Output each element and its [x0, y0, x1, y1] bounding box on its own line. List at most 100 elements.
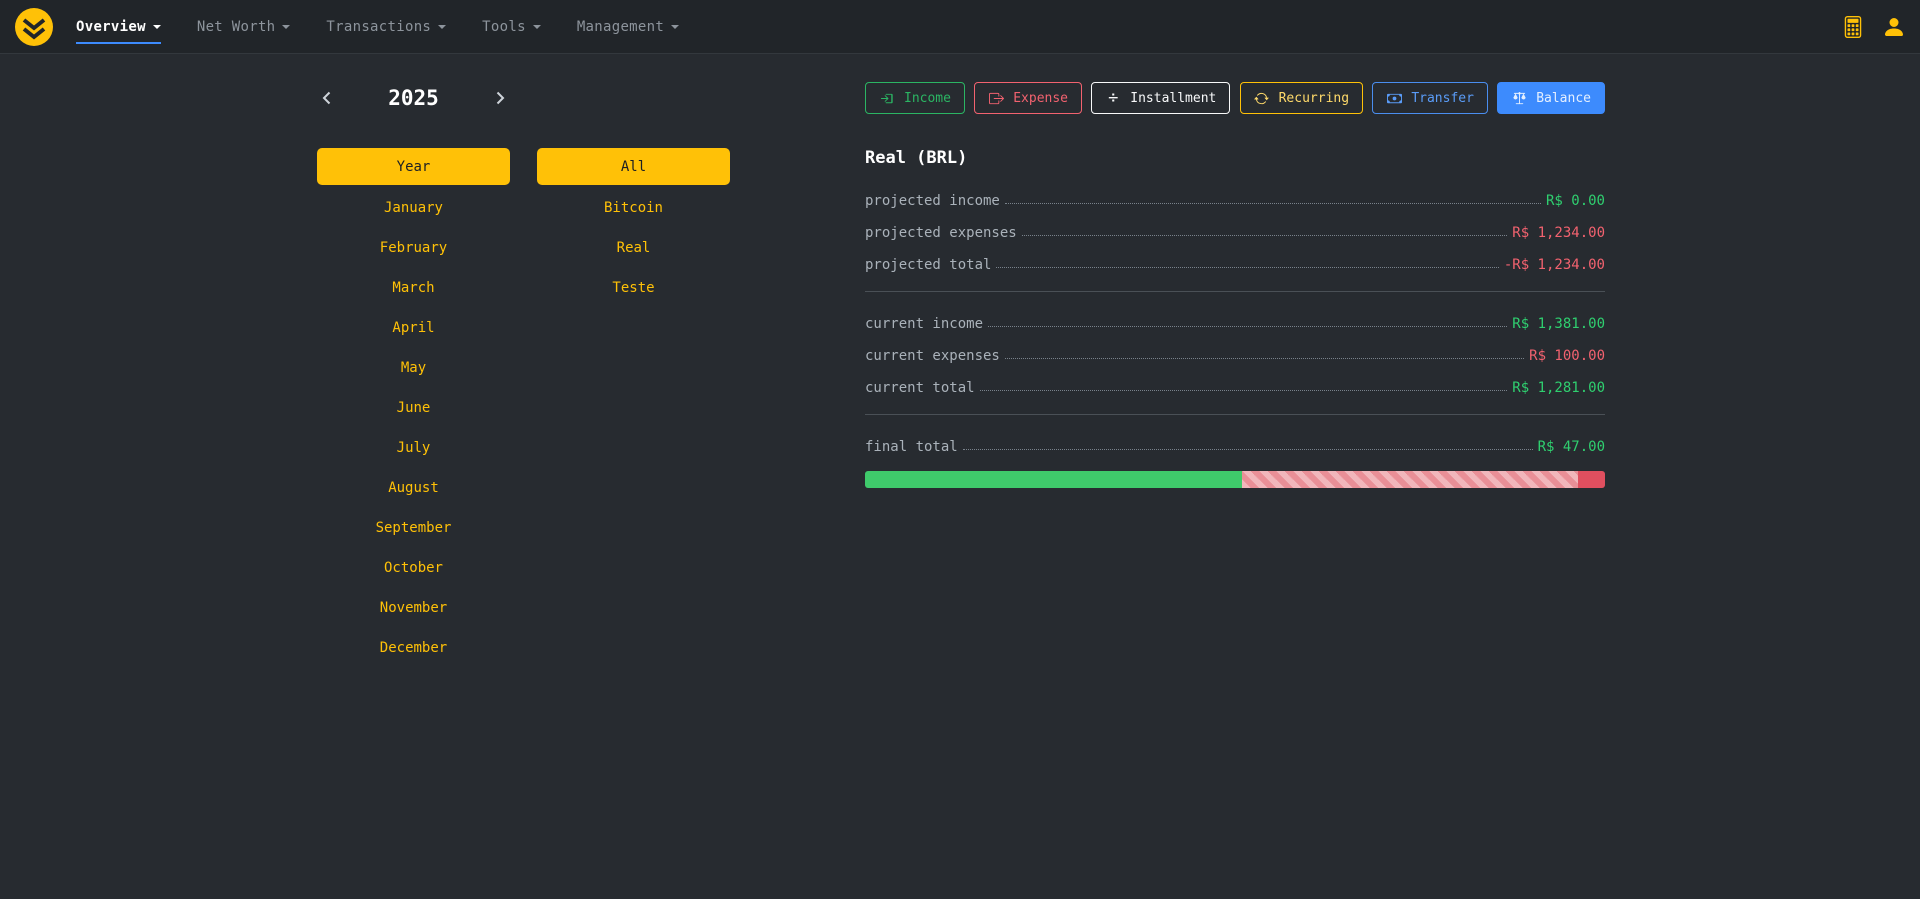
month-link-december[interactable]: December	[317, 628, 510, 668]
filter-label: Transfer	[1411, 91, 1474, 106]
month-link-july[interactable]: July	[317, 428, 510, 468]
filter-balance-button[interactable]: Balance	[1497, 82, 1605, 114]
month-link-november[interactable]: November	[317, 588, 510, 628]
dotted-leader	[963, 449, 1533, 450]
divider	[865, 414, 1605, 415]
filter-recurring-button[interactable]: Recurring	[1240, 82, 1363, 114]
account-link-teste[interactable]: Teste	[537, 268, 730, 308]
prev-year-button[interactable]	[317, 88, 337, 108]
month-link-august[interactable]: August	[317, 468, 510, 508]
year-label: 2025	[388, 86, 439, 110]
month-link-september[interactable]: September	[317, 508, 510, 548]
nav-label: Management	[577, 19, 664, 35]
dotted-leader	[988, 326, 1507, 327]
month-list: January February March April May June Ju…	[317, 188, 510, 668]
expense-arrow-out-icon	[988, 91, 1004, 106]
row-value: R$ 100.00	[1529, 348, 1605, 366]
year-navigator: 2025	[317, 86, 510, 110]
nav-label: Tools	[482, 19, 526, 35]
filter-label: Balance	[1536, 91, 1591, 106]
summary-row-current-expenses: current expenses R$ 100.00	[865, 340, 1605, 366]
accounts-column: All Bitcoin Real Teste	[537, 148, 730, 308]
summary-row-final-total: final total R$ 47.00	[865, 431, 1605, 457]
summary-row-projected-expenses: projected expenses R$ 1,234.00	[865, 217, 1605, 243]
summary-row-projected-income: projected income R$ 0.00	[865, 185, 1605, 211]
filter-label: Recurring	[1279, 91, 1349, 106]
filter-installment-button[interactable]: ÷ Installment	[1091, 82, 1230, 114]
row-label: current income	[865, 316, 983, 334]
app-logo-icon[interactable]	[14, 7, 54, 47]
row-label: projected total	[865, 257, 991, 275]
month-link-january[interactable]: January	[317, 188, 510, 228]
all-accounts-button[interactable]: All	[537, 148, 730, 185]
month-link-may[interactable]: May	[317, 348, 510, 388]
nav-item-net-worth[interactable]: Net Worth	[197, 0, 291, 54]
progress-segment-current-expenses	[1578, 471, 1605, 488]
month-link-june[interactable]: June	[317, 388, 510, 428]
navbar-actions	[1842, 15, 1906, 39]
divide-icon: ÷	[1105, 90, 1121, 107]
chevron-down-icon	[671, 25, 679, 29]
chevron-down-icon	[533, 25, 541, 29]
dotted-leader	[1005, 203, 1541, 204]
row-value: R$ 1,281.00	[1512, 380, 1605, 398]
dotted-leader	[980, 390, 1508, 391]
chevron-down-icon	[153, 25, 161, 29]
month-link-april[interactable]: April	[317, 308, 510, 348]
nav-label: Net Worth	[197, 19, 276, 35]
filter-income-button[interactable]: Income	[865, 82, 965, 114]
chevron-down-icon	[438, 25, 446, 29]
row-value: -R$ 1,234.00	[1504, 257, 1605, 275]
account-link-real[interactable]: Real	[537, 228, 730, 268]
nav-item-tools[interactable]: Tools	[482, 0, 541, 54]
summary-row-projected-total: projected total -R$ 1,234.00	[865, 249, 1605, 275]
filter-label: Income	[904, 91, 951, 106]
dotted-leader	[996, 267, 1498, 268]
main-content: 2025 Year January February March April M…	[0, 54, 1920, 899]
dotted-leader	[1022, 235, 1508, 236]
user-profile-icon[interactable]	[1882, 15, 1906, 39]
filter-transfer-button[interactable]: Transfer	[1372, 82, 1488, 114]
row-value: R$ 0.00	[1546, 193, 1605, 211]
calculator-icon[interactable]	[1842, 16, 1864, 38]
month-link-february[interactable]: February	[317, 228, 510, 268]
row-label: projected income	[865, 193, 1000, 211]
transaction-filter-bar: Income Expense ÷ Installment Recurring T…	[865, 82, 1605, 114]
summary-row-current-total: current total R$ 1,281.00	[865, 372, 1605, 398]
repeat-arrows-icon	[1254, 91, 1270, 106]
next-year-button[interactable]	[490, 88, 510, 108]
nav-item-management[interactable]: Management	[577, 0, 679, 54]
income-arrow-in-icon	[879, 91, 895, 106]
row-label: final total	[865, 439, 958, 457]
income-expense-progress-bar	[865, 471, 1605, 488]
divider	[865, 291, 1605, 292]
year-view-button[interactable]: Year	[317, 148, 510, 185]
progress-segment-income	[865, 471, 1242, 488]
top-navbar: Overview Net Worth Transactions Tools Ma…	[0, 0, 1920, 54]
filter-label: Installment	[1130, 91, 1216, 106]
cash-transfer-icon	[1386, 91, 1402, 106]
nav-label: Transactions	[326, 19, 431, 35]
month-link-march[interactable]: March	[317, 268, 510, 308]
summary-row-current-income: current income R$ 1,381.00	[865, 308, 1605, 334]
row-label: projected expenses	[865, 225, 1017, 243]
nav-item-transactions[interactable]: Transactions	[326, 0, 446, 54]
main-nav: Overview Net Worth Transactions Tools Ma…	[76, 0, 1842, 54]
row-value: R$ 47.00	[1538, 439, 1605, 457]
account-list: Bitcoin Real Teste	[537, 188, 730, 308]
nav-label: Overview	[76, 19, 146, 35]
summary-title: Real (BRL)	[865, 148, 1605, 168]
account-link-bitcoin[interactable]: Bitcoin	[537, 188, 730, 228]
balance-scale-icon	[1511, 91, 1527, 106]
month-link-october[interactable]: October	[317, 548, 510, 588]
summary-panel: Real (BRL) projected income R$ 0.00 proj…	[865, 148, 1605, 488]
row-label: current expenses	[865, 348, 1000, 366]
period-column: Year January February March April May Ju…	[317, 148, 510, 668]
filter-expense-button[interactable]: Expense	[974, 82, 1082, 114]
row-label: current total	[865, 380, 975, 398]
chevron-down-icon	[282, 25, 290, 29]
row-value: R$ 1,234.00	[1512, 225, 1605, 243]
progress-segment-pending-expenses	[1242, 471, 1578, 488]
filter-label: Expense	[1013, 91, 1068, 106]
nav-item-overview[interactable]: Overview	[76, 0, 161, 54]
